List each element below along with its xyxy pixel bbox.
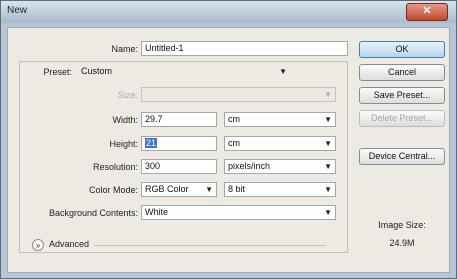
- background-contents-label: Background Contents:: [48, 208, 138, 218]
- chevron-down-icon: ▼: [324, 208, 332, 217]
- window-title: New: [7, 5, 28, 16]
- double-chevron-icon: »: [35, 241, 41, 250]
- size-label: Size:: [117, 90, 138, 100]
- preset-value: Custom: [81, 66, 113, 76]
- chevron-down-icon: ▼: [324, 139, 332, 148]
- height-unit-select[interactable]: cm ▼: [224, 136, 336, 151]
- chevron-down-icon: ▼: [324, 115, 332, 124]
- preset-label: Preset:: [43, 67, 72, 77]
- name-input[interactable]: Untitled-1: [141, 41, 348, 56]
- chevron-down-icon: ▼: [324, 185, 332, 194]
- background-contents-value: White: [145, 207, 169, 217]
- advanced-label[interactable]: Advanced: [49, 239, 89, 249]
- chevron-down-icon: ▼: [279, 67, 287, 76]
- title-bar[interactable]: New ✕: [1, 1, 456, 23]
- resolution-label: Resolution:: [92, 162, 138, 172]
- size-select: ▼: [141, 87, 336, 102]
- background-contents-select[interactable]: White ▼: [141, 205, 336, 220]
- bit-depth-select[interactable]: 8 bit ▼: [224, 182, 336, 197]
- new-document-dialog: New ✕ Name: Untitled-1 Preset: Custom ▼ …: [0, 0, 457, 279]
- save-preset-button[interactable]: Save Preset...: [359, 87, 445, 104]
- device-central-button[interactable]: Device Central...: [359, 148, 445, 165]
- width-unit-select[interactable]: cm ▼: [224, 112, 336, 127]
- chevron-down-icon: ▼: [205, 185, 213, 194]
- height-input[interactable]: 21: [141, 136, 217, 151]
- close-button[interactable]: ✕: [406, 3, 448, 21]
- advanced-toggle[interactable]: »: [32, 239, 44, 251]
- resolution-unit-value: pixels/inch: [228, 161, 271, 171]
- bit-depth-value: 8 bit: [228, 184, 246, 194]
- width-input[interactable]: 29.7: [141, 112, 217, 127]
- height-unit-value: cm: [228, 138, 240, 148]
- resolution-unit-select[interactable]: pixels/inch ▼: [224, 159, 336, 174]
- height-value: 21: [145, 138, 158, 148]
- image-size-value: 24.9M: [389, 238, 415, 248]
- resolution-input[interactable]: 300: [141, 159, 217, 174]
- width-unit-value: cm: [228, 114, 240, 124]
- close-icon: ✕: [422, 5, 432, 17]
- advanced-divider: [94, 245, 326, 246]
- delete-preset-button: Delete Preset...: [359, 110, 445, 127]
- name-label: Name:: [111, 44, 138, 54]
- dialog-body: Name: Untitled-1 Preset: Custom ▼ Size: …: [7, 27, 450, 273]
- ok-button[interactable]: OK: [359, 41, 445, 58]
- height-label: Height:: [109, 139, 138, 149]
- chevron-down-icon: ▼: [324, 162, 332, 171]
- cancel-button[interactable]: Cancel: [359, 64, 445, 81]
- color-mode-value: RGB Color: [145, 184, 189, 194]
- preset-select[interactable]: Custom ▼: [77, 64, 291, 79]
- color-mode-select[interactable]: RGB Color ▼: [141, 182, 217, 197]
- color-mode-label: Color Mode:: [88, 185, 138, 195]
- chevron-down-icon: ▼: [324, 90, 332, 99]
- width-label: Width:: [112, 115, 138, 125]
- image-size-label: Image Size:: [378, 220, 426, 230]
